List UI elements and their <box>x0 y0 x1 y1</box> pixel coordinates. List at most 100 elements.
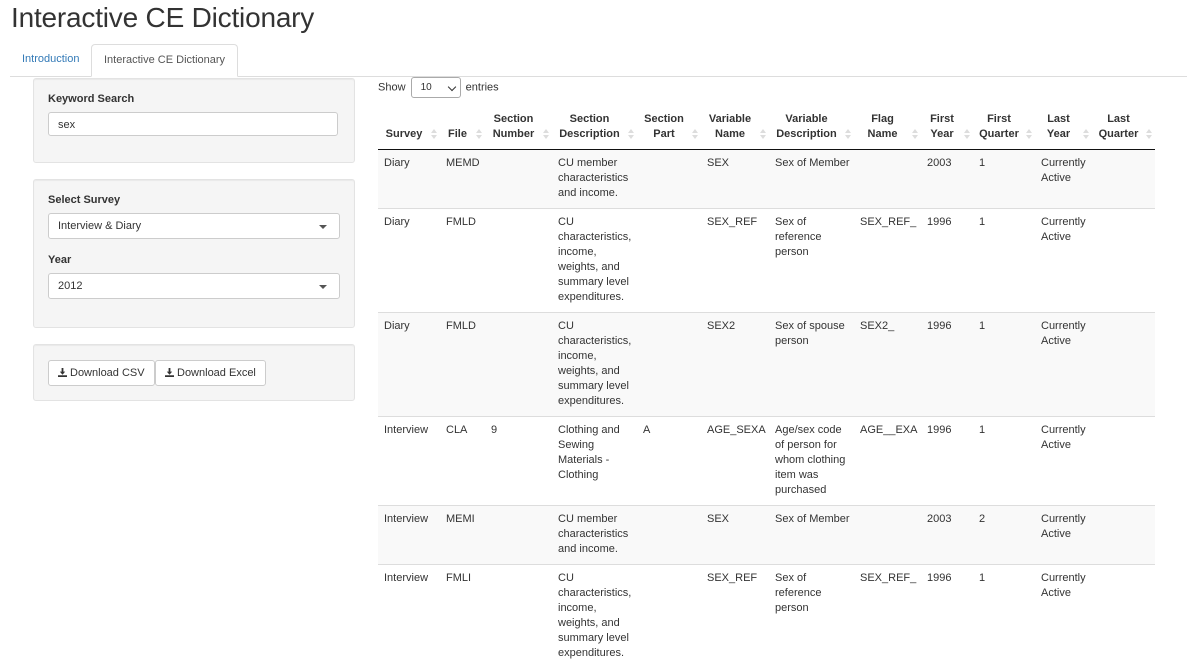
table-cell: 1 <box>973 313 1035 417</box>
column-header[interactable]: Section Part <box>637 108 701 150</box>
download-excel-button[interactable]: Download Excel <box>155 360 266 386</box>
column-header[interactable]: Variable Name <box>701 108 769 150</box>
chevron-down-icon <box>447 83 455 91</box>
table-cell: SEX <box>701 506 769 565</box>
table-cell <box>637 313 701 417</box>
table-cell: 9 <box>485 417 552 506</box>
table-cell: Diary <box>378 150 440 209</box>
entries-label: entries <box>466 81 499 93</box>
table-cell: 1996 <box>921 209 973 313</box>
download-csv-button[interactable]: Download CSV <box>48 360 155 386</box>
download-icon <box>165 368 174 377</box>
table-cell: 2003 <box>921 506 973 565</box>
table-cell: Currently Active <box>1035 565 1092 668</box>
column-header[interactable]: Last Year <box>1035 108 1092 150</box>
download-icon <box>58 368 67 377</box>
year-select[interactable]: 2012 <box>48 273 340 299</box>
table-cell: SEX2 <box>701 313 769 417</box>
sort-icon <box>845 129 851 139</box>
table-cell: AGE_SEXA <box>701 417 769 506</box>
show-label: Show <box>378 81 406 93</box>
table-cell <box>854 506 921 565</box>
table-cell: Currently Active <box>1035 150 1092 209</box>
table-cell: CU characteristics, income, weights, and… <box>552 209 637 313</box>
tab-interactive-ce-dictionary[interactable]: Interactive CE Dictionary <box>91 44 238 77</box>
table-cell: SEX_REF_ <box>854 565 921 668</box>
table-cell: SEX_REF <box>701 565 769 668</box>
table-cell: Age/sex code of person for whom clothing… <box>769 417 854 506</box>
table-cell: A <box>637 417 701 506</box>
table-cell <box>485 209 552 313</box>
column-header[interactable]: Section Description <box>552 108 637 150</box>
table-cell: 2003 <box>921 150 973 209</box>
table-cell: Sex of Member <box>769 150 854 209</box>
table-cell: SEX2_ <box>854 313 921 417</box>
table-cell: SEX <box>701 150 769 209</box>
table-cell: 1 <box>973 150 1035 209</box>
table-cell: FMLD <box>440 209 485 313</box>
table-cell: Diary <box>378 209 440 313</box>
download-panel: Download CSV Download Excel <box>33 344 355 401</box>
survey-filter-panel: Select Survey Interview & Diary Year 201… <box>33 179 355 328</box>
tab-introduction[interactable]: Introduction <box>10 44 91 75</box>
table-cell <box>637 150 701 209</box>
column-header[interactable]: File <box>440 108 485 150</box>
chevron-down-icon <box>319 285 327 289</box>
column-header[interactable]: First Quarter <box>973 108 1035 150</box>
entries-select[interactable]: 10 <box>411 77 461 98</box>
table-cell <box>637 209 701 313</box>
table-cell: CU member characteristics and income. <box>552 150 637 209</box>
table-row: DiaryMEMDCU member characteristics and i… <box>378 150 1155 209</box>
sort-icon <box>1146 129 1152 139</box>
select-survey-label: Select Survey <box>48 194 120 206</box>
table-cell <box>485 565 552 668</box>
table-cell: FMLI <box>440 565 485 668</box>
table-cell: SEX_REF_ <box>854 209 921 313</box>
table-cell: Diary <box>378 313 440 417</box>
column-header[interactable]: Section Number <box>485 108 552 150</box>
sort-icon <box>912 129 918 139</box>
sort-icon <box>543 129 549 139</box>
keyword-search-input[interactable]: sex <box>48 112 338 136</box>
table-cell: CU characteristics, income, weights, and… <box>552 313 637 417</box>
table-cell <box>854 150 921 209</box>
column-header[interactable]: First Year <box>921 108 973 150</box>
sort-icon <box>1083 129 1089 139</box>
table-header-row: Survey File Section Number Section Descr… <box>378 108 1155 150</box>
download-excel-label: Download Excel <box>177 367 256 379</box>
chevron-down-icon <box>319 225 327 229</box>
entries-select-value: 10 <box>421 82 432 93</box>
table-cell: 1 <box>973 565 1035 668</box>
column-header[interactable]: Flag Name <box>854 108 921 150</box>
table-cell: CLA <box>440 417 485 506</box>
table-cell: Interview <box>378 417 440 506</box>
table-cell: CU member characteristics and income. <box>552 506 637 565</box>
table-row: DiaryFMLD CU characteristics, income, wei… <box>378 313 1155 417</box>
table-cell: Interview <box>378 506 440 565</box>
sort-icon <box>628 129 634 139</box>
table-cell: CU characteristics, income, weights, and… <box>552 565 637 668</box>
column-header[interactable]: Last Quarter <box>1092 108 1155 150</box>
table-cell: Sex of Member <box>769 506 854 565</box>
column-header[interactable]: Survey <box>378 108 440 150</box>
tab-bar: Introduction Interactive CE Dictionary <box>10 44 1187 77</box>
table-cell: Clothing and Sewing Materials - Clothing <box>552 417 637 506</box>
survey-select-value: Interview & Diary <box>58 220 141 232</box>
sort-icon <box>476 129 482 139</box>
table-cell <box>1092 313 1155 417</box>
sort-icon <box>1026 129 1032 139</box>
table-cell: 1 <box>973 209 1035 313</box>
table-cell <box>637 565 701 668</box>
sort-icon <box>760 129 766 139</box>
app-title: Interactive CE Dictionary <box>11 2 314 34</box>
keyword-search-label: Keyword Search <box>48 93 134 105</box>
table-cell: 2 <box>973 506 1035 565</box>
table-cell: Sex of reference person <box>769 209 854 313</box>
survey-select[interactable]: Interview & Diary <box>48 213 340 239</box>
column-header[interactable]: Variable Description <box>769 108 854 150</box>
table-cell <box>1092 150 1155 209</box>
table-cell: FMLD <box>440 313 485 417</box>
entries-length-control: Show 10 entries <box>378 77 499 98</box>
keyword-search-panel: Keyword Search sex <box>33 78 355 163</box>
table-cell: 1996 <box>921 313 973 417</box>
